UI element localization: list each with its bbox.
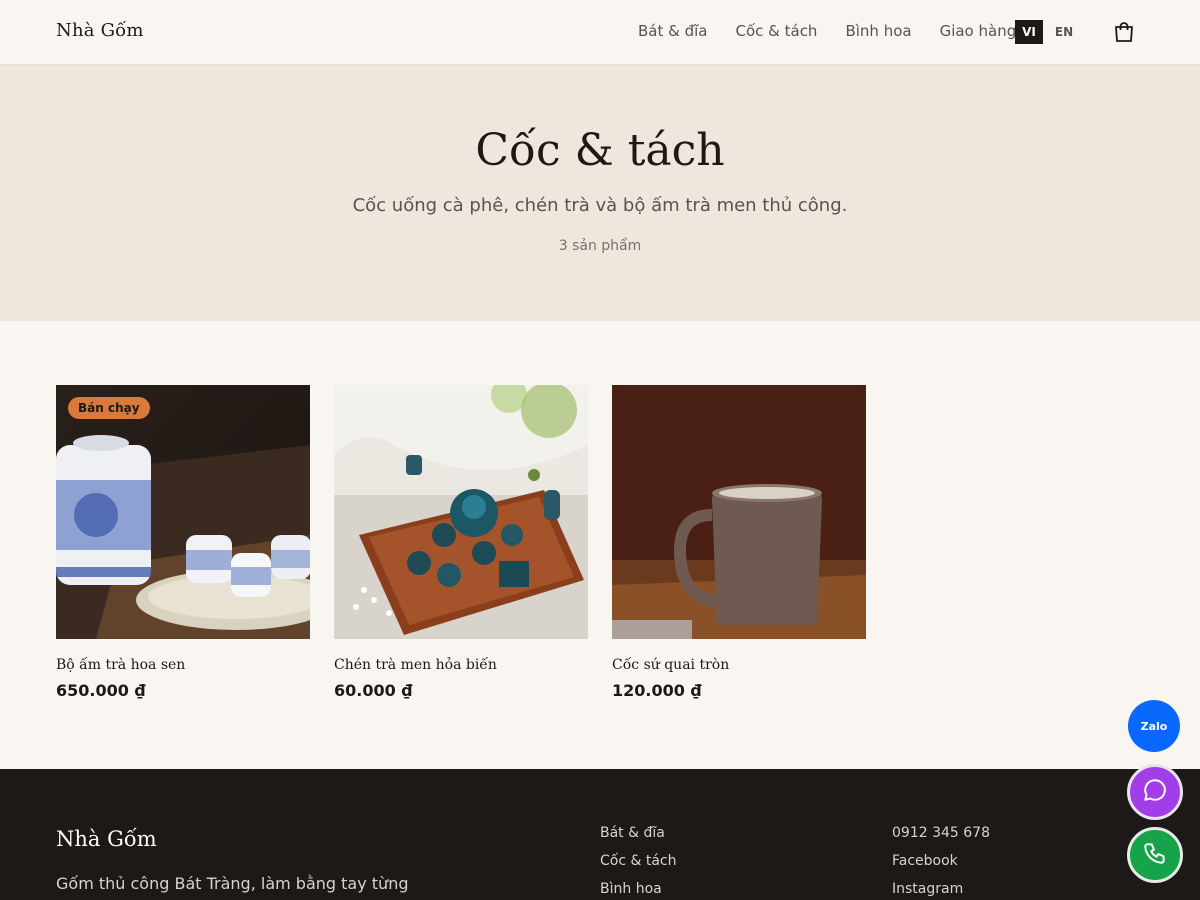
product-count: 3 sản phẩm [558, 238, 642, 254]
chat-bubble-icon [1142, 777, 1168, 807]
product-price: 650.000 ₫ [56, 681, 146, 700]
footer-link-plates[interactable]: Bát & đĩa [600, 825, 677, 853]
footer-facebook-link[interactable]: Facebook [892, 853, 990, 881]
footer-description: Gốm thủ công Bát Tràng, làm bằng tay từn… [56, 874, 409, 893]
bestseller-badge: Bán chạy [68, 397, 150, 419]
footer-link-cups[interactable]: Cốc & tách [600, 853, 677, 881]
product-image[interactable]: Bán chạy [56, 385, 310, 639]
product-price: 120.000 ₫ [612, 681, 702, 700]
messenger-button[interactable] [1127, 764, 1183, 820]
nav-link-vases[interactable]: Bình hoa [845, 22, 911, 40]
category-hero: Cốc & tách Cốc uống cà phê, chén trà và … [0, 65, 1200, 321]
product-card[interactable]: Cốc sứ quai tròn 120.000 ₫ [612, 385, 866, 700]
zalo-button[interactable]: Zalo [1128, 700, 1180, 752]
nav-link-cups[interactable]: Cốc & tách [735, 22, 817, 40]
page-title: Cốc & tách [475, 125, 725, 176]
product-name[interactable]: Cốc sứ quai tròn [612, 657, 866, 673]
product-card[interactable]: Bán chạy Bộ ấm trà hoa sen 650.000 ₫ [56, 385, 310, 700]
brand-logo[interactable]: Nhà Gốm [56, 20, 144, 41]
phone-icon [1142, 840, 1168, 870]
footer-link-vases[interactable]: Bình hoa [600, 881, 677, 900]
product-image[interactable] [612, 385, 866, 639]
product-name[interactable]: Bộ ấm trà hoa sen [56, 657, 310, 673]
footer-links: Bát & đĩa Cốc & tách Bình hoa [600, 825, 677, 900]
lang-vi-button[interactable]: VI [1015, 20, 1043, 44]
call-button[interactable] [1127, 827, 1183, 883]
product-name[interactable]: Chén trà men hỏa biến [334, 657, 588, 673]
product-price: 60.000 ₫ [334, 681, 413, 700]
nav-link-plates[interactable]: Bát & đĩa [638, 22, 707, 40]
footer-phone[interactable]: 0912 345 678 [892, 825, 990, 853]
footer-instagram-link[interactable]: Instagram [892, 881, 990, 900]
site-header: Nhà Gốm Bát & đĩa Cốc & tách Bình hoa Gi… [0, 0, 1200, 65]
product-card[interactable]: Chén trà men hỏa biến 60.000 ₫ [334, 385, 588, 700]
lang-en-button[interactable]: EN [1050, 20, 1078, 44]
cart-icon[interactable] [1112, 20, 1136, 44]
category-description: Cốc uống cà phê, chén trà và bộ ấm trà m… [352, 195, 848, 216]
nav-link-delivery[interactable]: Giao hàng [940, 22, 1017, 40]
site-footer: Nhà Gốm Gốm thủ công Bát Tràng, làm bằng… [0, 769, 1200, 900]
product-image[interactable] [334, 385, 588, 639]
footer-contact: 0912 345 678 Facebook Instagram [892, 825, 990, 900]
main-nav: Bát & đĩa Cốc & tách Bình hoa Giao hàng [638, 22, 1044, 40]
footer-brand[interactable]: Nhà Gốm [56, 827, 157, 851]
